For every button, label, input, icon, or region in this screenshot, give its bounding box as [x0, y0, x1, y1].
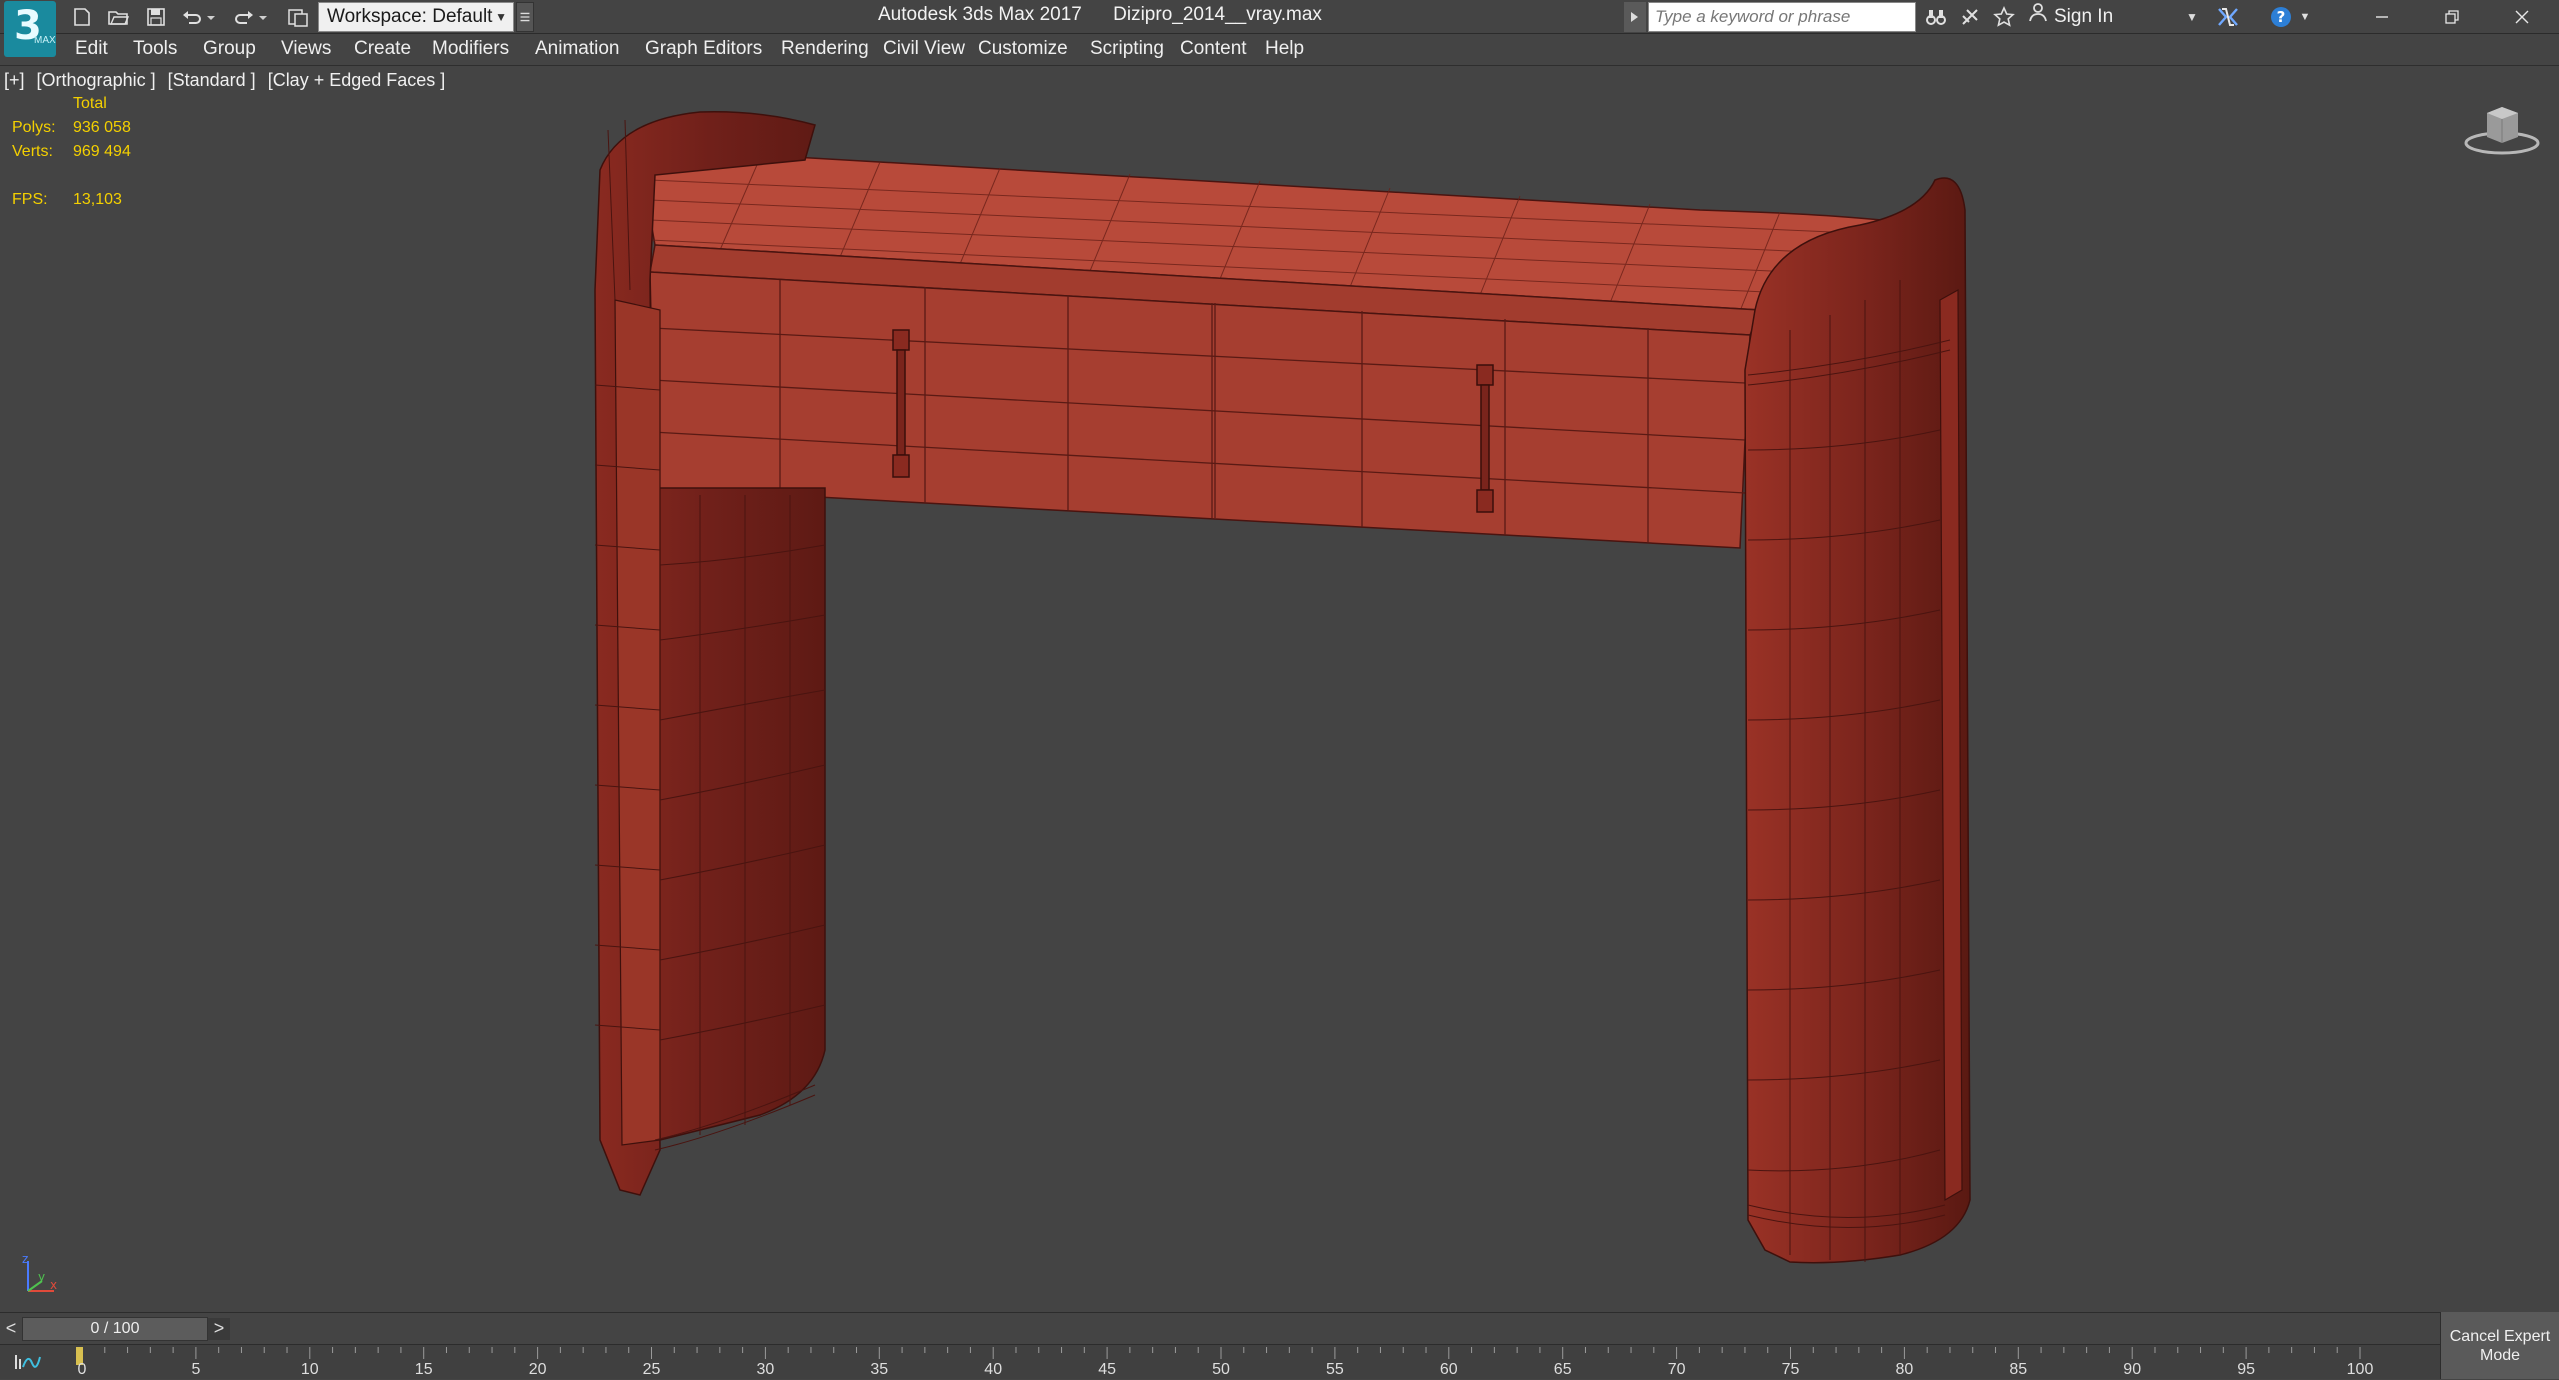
chevron-down-icon[interactable]: ▼: [2186, 2, 2198, 32]
file-name: Dizipro_2014__vray.max: [1113, 4, 1322, 25]
subscription-center-icon[interactable]: [1956, 3, 1984, 31]
stats-polys-label: Polys:: [12, 119, 56, 136]
ruler-tick-label: 100: [2346, 1361, 2374, 1378]
workspace-dropdown[interactable]: Workspace: Default ▼: [318, 2, 514, 32]
svg-text:?: ?: [2277, 8, 2286, 26]
previous-frame-button[interactable]: <: [0, 1318, 22, 1340]
search-placeholder: Type a keyword or phrase: [1655, 7, 1851, 26]
ruler-tick-label: 65: [1553, 1361, 1572, 1378]
menu-modifiers[interactable]: Modifiers: [432, 38, 509, 60]
menu-content[interactable]: Content: [1180, 38, 1247, 60]
minimize-icon[interactable]: [2348, 0, 2416, 34]
menu-customize[interactable]: Customize: [978, 38, 1068, 60]
open-file-icon[interactable]: [104, 3, 132, 31]
restore-icon[interactable]: [2418, 0, 2486, 34]
search-expand-button[interactable]: [1624, 2, 1646, 32]
app-logo-subtext: MAX: [34, 35, 56, 46]
cancel-expert-mode-button[interactable]: Cancel Expert Mode: [2440, 1312, 2559, 1379]
axis-z-label: z: [22, 1252, 28, 1266]
help-dropdown-icon[interactable]: ▼: [2298, 3, 2312, 31]
redo-icon[interactable]: [230, 3, 258, 31]
stats-polys-value: 936 058: [73, 119, 131, 136]
stats-fps-label: FPS:: [12, 191, 48, 208]
ruler-tick-label: 10: [300, 1361, 319, 1378]
time-slider-thumb[interactable]: 0 / 100: [22, 1317, 208, 1341]
undo-dropdown-icon[interactable]: [204, 3, 218, 31]
binoculars-icon[interactable]: [1922, 3, 1950, 31]
ruler-tick-label: 55: [1325, 1361, 1344, 1378]
help-icon[interactable]: ?: [2264, 3, 2298, 31]
viewcube-icon[interactable]: [2462, 99, 2542, 157]
workspace-menu-button[interactable]: [516, 2, 534, 32]
ruler-tick-label: 40: [984, 1361, 1003, 1378]
menu-scripting[interactable]: Scripting: [1090, 38, 1164, 60]
world-axis-tripod-icon: x y z: [22, 1252, 57, 1292]
viewport-point-of-view-menu[interactable]: [Orthographic ]: [37, 70, 156, 90]
viewport-shading-standard-menu[interactable]: [Standard ]: [168, 70, 256, 90]
window-title: Autodesk 3ds Max 2017 Dizipro_2014__vray…: [878, 4, 1348, 26]
console-table-model[interactable]: [560, 107, 2000, 1337]
stats-verts-value: 969 494: [73, 143, 131, 160]
app-logo-button[interactable]: 3 MAX: [4, 1, 56, 57]
close-icon[interactable]: [2488, 0, 2556, 34]
menu-create[interactable]: Create: [354, 38, 411, 60]
axis-y-label: y: [38, 1270, 45, 1284]
menu-bar: Edit Tools Group Views Create Modifiers …: [0, 34, 2559, 66]
ruler-tick-label: 35: [870, 1361, 889, 1378]
menu-tools[interactable]: Tools: [133, 38, 177, 60]
menu-rendering[interactable]: Rendering: [781, 38, 869, 60]
menu-edit[interactable]: Edit: [75, 38, 108, 60]
stats-total-label: Total: [73, 95, 107, 112]
ruler-tick-label: 5: [191, 1361, 201, 1378]
new-file-icon[interactable]: [68, 3, 96, 31]
ruler-tick-label: 90: [2123, 1361, 2142, 1378]
project-folder-icon[interactable]: [284, 3, 312, 31]
next-frame-button[interactable]: >: [208, 1318, 230, 1340]
ruler-tick-label: 0: [77, 1361, 87, 1378]
axis-x-label: x: [50, 1278, 57, 1292]
viewport-general-menu[interactable]: [+]: [4, 70, 25, 90]
app-name: Autodesk 3ds Max 2017: [878, 4, 1082, 25]
ruler-tick-label: 30: [756, 1361, 775, 1378]
search-input[interactable]: Type a keyword or phrase: [1648, 2, 1916, 32]
workspace-label: Workspace: Default: [327, 6, 493, 27]
ruler-tick-label: 25: [642, 1361, 661, 1378]
ruler-tick-label: 95: [2237, 1361, 2255, 1378]
redo-dropdown-icon[interactable]: [256, 3, 270, 31]
menu-animation[interactable]: Animation: [535, 38, 620, 60]
ruler-tick-label: 85: [2009, 1361, 2028, 1378]
curve-editor-icon[interactable]: [14, 1351, 42, 1373]
viewport-orthographic[interactable]: [+] [Orthographic ] [Standard ] [Clay + …: [0, 67, 2559, 1312]
ruler-tick-label: 20: [528, 1361, 547, 1378]
exchange-apps-icon[interactable]: [2212, 3, 2244, 31]
ruler-tick-label: 60: [1439, 1361, 1458, 1378]
menu-civil-view[interactable]: Civil View: [883, 38, 965, 60]
favorites-star-icon[interactable]: [1990, 3, 2018, 31]
menu-group[interactable]: Group: [203, 38, 256, 60]
ruler-tick-label: 45: [1098, 1361, 1116, 1378]
ruler-tick-label: 15: [414, 1361, 433, 1378]
ruler-tick-label: 80: [1895, 1361, 1914, 1378]
ruler-tick-label: 70: [1667, 1361, 1686, 1378]
ruler-tick-label: 50: [1212, 1361, 1230, 1378]
user-icon: [2028, 2, 2048, 32]
viewport-visual-style-menu[interactable]: [Clay + Edged Faces ]: [268, 70, 446, 90]
save-file-icon[interactable]: [142, 3, 170, 31]
sign-in-label: Sign In: [2054, 6, 2114, 28]
menu-graph-editors[interactable]: Graph Editors: [645, 38, 762, 60]
title-bar: 3 MAX Workspace: Default ▼ Autodesk 3ds …: [0, 0, 2559, 57]
menu-views[interactable]: Views: [281, 38, 331, 60]
undo-icon[interactable]: [178, 3, 206, 31]
menu-help[interactable]: Help: [1265, 38, 1304, 60]
time-slider[interactable]: < 0 / 100 >: [0, 1312, 2440, 1344]
chevron-down-icon: ▼: [495, 10, 507, 24]
stats-verts-label: Verts:: [12, 143, 53, 160]
sign-in-button[interactable]: Sign In: [2028, 2, 2113, 32]
stats-fps-value: 13,103: [73, 191, 122, 208]
track-bar[interactable]: 0 5 10 15 20 25 30 35 40 45 50 55 60 65 70 75 80 85 90 95 10…: [0, 1344, 2440, 1379]
ruler-tick-label: 75: [1781, 1361, 1800, 1378]
viewport-label-menu: [+] [Orthographic ] [Standard ] [Clay + …: [4, 70, 452, 91]
